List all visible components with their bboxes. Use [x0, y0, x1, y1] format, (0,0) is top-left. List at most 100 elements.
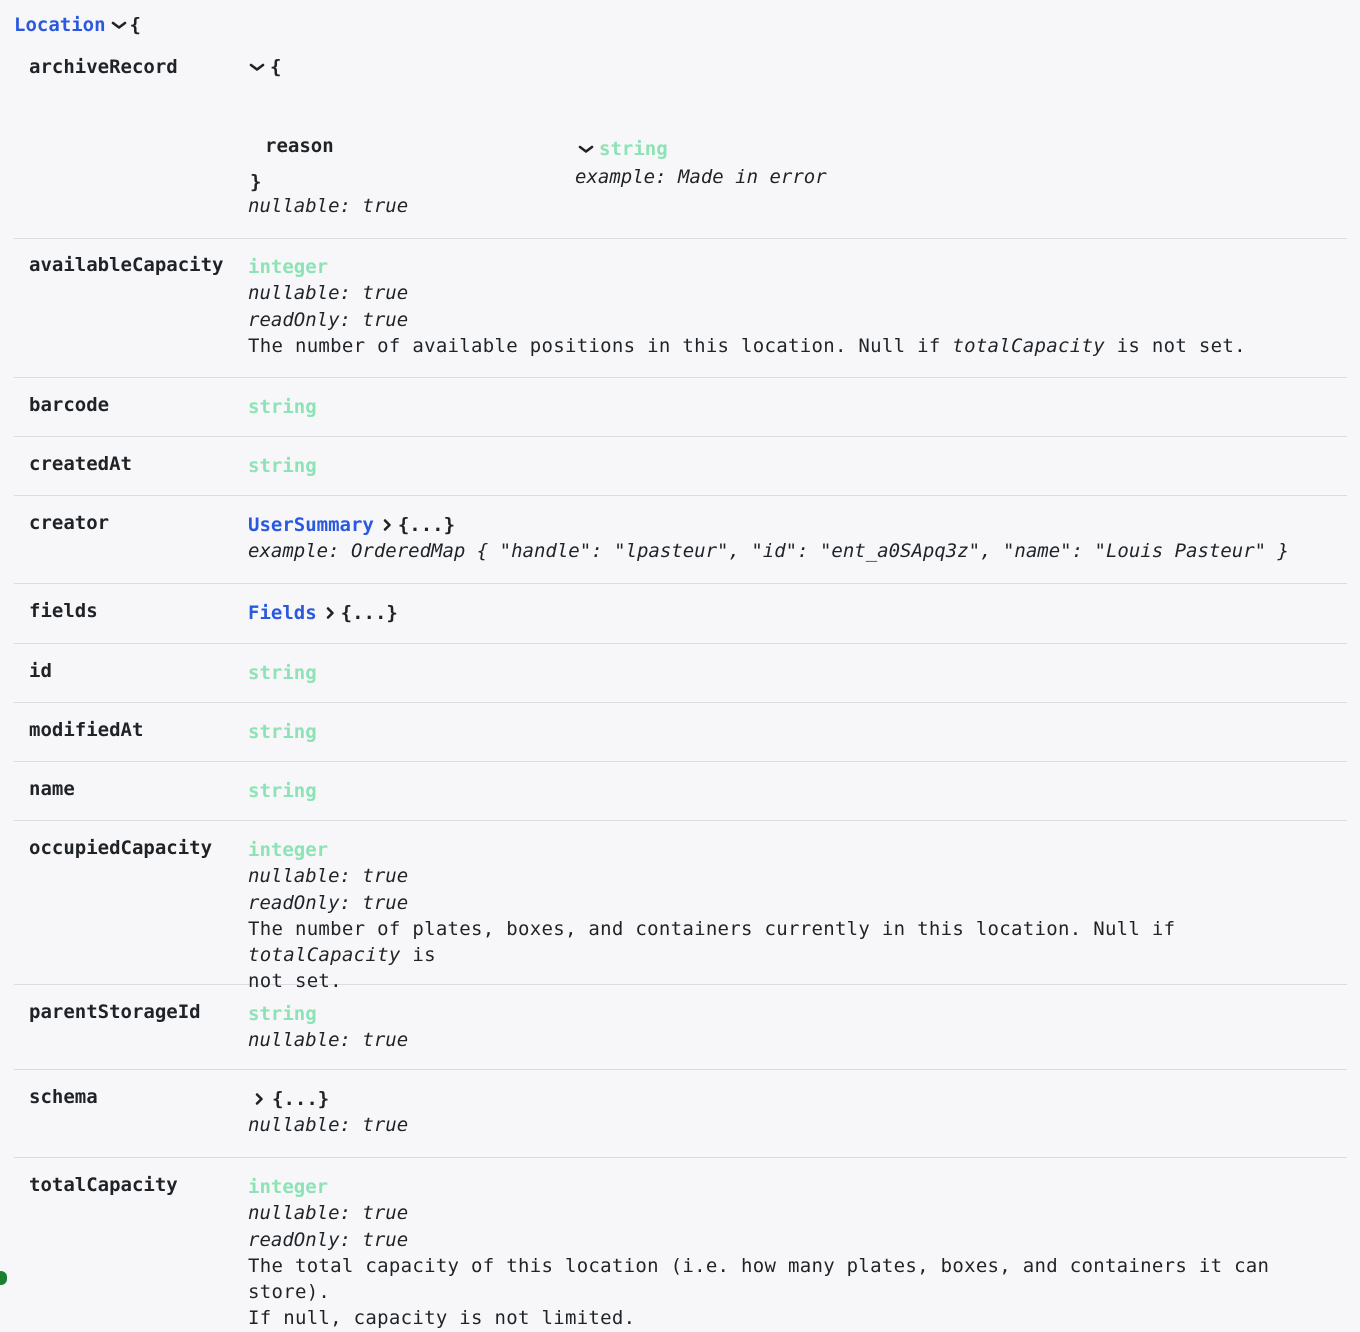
model-header: Location {	[14, 10, 141, 40]
description: The number of available positions in thi…	[248, 333, 1338, 359]
type-label: string	[248, 662, 317, 684]
nested-property-name: reason	[265, 135, 334, 157]
property-row-barcode: barcode string	[14, 378, 1347, 437]
model-name-link[interactable]: Location	[14, 14, 106, 36]
status-dot-icon	[0, 1271, 7, 1285]
property-name: modifiedAt	[29, 719, 144, 741]
type-label: integer	[248, 1176, 329, 1198]
property-row-schema: schema {...} nullable: true	[14, 1070, 1347, 1158]
chevron-right-icon[interactable]	[378, 518, 396, 532]
description-emphasis: totalCapacity	[952, 334, 1105, 357]
description: The total capacity of this location (i.e…	[248, 1254, 1270, 1304]
nullable-value: true	[362, 195, 409, 217]
nullable-text: nullable: true	[248, 863, 1338, 889]
example-text: example: OrderedMap { "handle": "lpasteu…	[248, 538, 1338, 564]
nullable-label: nullable:	[248, 865, 351, 888]
nullable-value: true	[362, 1202, 409, 1225]
type-label: integer	[248, 839, 329, 861]
description-text: The number of plates, boxes, and contain…	[248, 917, 1176, 940]
property-value: integer nullable: true readOnly: true Th…	[248, 837, 1338, 995]
type-label: string	[248, 455, 317, 477]
readonly-label: readOnly:	[248, 1228, 351, 1251]
property-value: integer nullable: true readOnly: true Th…	[248, 1174, 1338, 1332]
property-name: createdAt	[29, 453, 132, 475]
property-value: string	[248, 660, 1338, 686]
type-label: integer	[248, 256, 329, 278]
property-row-name: name string	[14, 762, 1347, 821]
property-name: schema	[29, 1086, 98, 1108]
chevron-down-icon[interactable]	[577, 142, 595, 156]
property-name: id	[29, 660, 52, 682]
nullable-value: true	[362, 1114, 409, 1137]
property-row-fields: fields Fields {...}	[14, 584, 1347, 644]
readonly-text: readOnly: true	[248, 307, 1338, 333]
property-name: name	[29, 778, 75, 800]
open-brace: {	[129, 14, 141, 36]
nullable-text: nullable: true	[248, 280, 1338, 306]
readonly-value: true	[362, 308, 409, 331]
readonly-value: true	[362, 1228, 409, 1251]
property-row-id: id string	[14, 644, 1347, 703]
property-name: archiveRecord	[29, 56, 178, 78]
property-row-archive-record: archiveRecord { reason string example: M…	[14, 43, 1347, 239]
nullable-text: nullable: true	[248, 1200, 1338, 1226]
type-label: string	[248, 1003, 317, 1025]
property-value: integer nullable: true readOnly: true Th…	[248, 254, 1338, 359]
readonly-label: readOnly:	[248, 308, 351, 331]
readonly-text: readOnly: true	[248, 1227, 1338, 1253]
type-label: string	[599, 138, 668, 160]
collapsed-object[interactable]: {...}	[341, 600, 398, 626]
chevron-down-icon[interactable]	[248, 60, 266, 74]
chevron-down-icon[interactable]	[110, 18, 128, 32]
property-row-modified-at: modifiedAt string	[14, 703, 1347, 762]
ref-link[interactable]: UserSummary	[248, 512, 374, 538]
property-value: string nullable: true	[248, 1001, 1338, 1054]
open-brace: {	[270, 56, 282, 78]
property-value: string	[248, 394, 1338, 420]
description-text: is	[400, 944, 436, 967]
property-row-total-capacity: totalCapacity integer nullable: true rea…	[14, 1158, 1347, 1329]
property-value: {...} nullable: true	[248, 1086, 1338, 1139]
example-label: example:	[248, 540, 340, 563]
nullable-text: nullable: true	[248, 1027, 1338, 1053]
readonly-value: true	[362, 891, 409, 914]
description-text: The number of available positions in thi…	[248, 334, 953, 357]
object-toggle[interactable]: {	[248, 56, 281, 78]
nullable-label: nullable:	[248, 1114, 351, 1137]
nullable-value: true	[362, 1029, 409, 1052]
description-line-2: If null, capacity is not limited.	[248, 1307, 636, 1330]
ref-link[interactable]: Fields	[248, 600, 317, 626]
example-label: example:	[575, 166, 667, 188]
property-name: parentStorageId	[29, 1001, 201, 1023]
description-emphasis: totalCapacity	[248, 944, 401, 967]
schema-viewer: Location { archiveRecord { reason string…	[0, 0, 1360, 1329]
property-value: string	[248, 453, 1338, 479]
type-label: string	[248, 396, 317, 418]
property-value: string	[248, 719, 1338, 745]
property-name: occupiedCapacity	[29, 837, 213, 859]
nullable-label: nullable:	[248, 282, 351, 305]
nullable-label: nullable:	[248, 1029, 351, 1052]
readonly-label: readOnly:	[248, 891, 351, 914]
nullable-text: nullable: true	[248, 1112, 1338, 1138]
property-value: string	[248, 778, 1338, 804]
nullable-value: true	[362, 865, 409, 888]
description-text: is not set.	[1104, 334, 1246, 357]
nullable-value: true	[362, 282, 409, 305]
property-name: fields	[29, 600, 98, 622]
chevron-right-icon[interactable]	[321, 606, 339, 620]
property-name: barcode	[29, 394, 110, 416]
chevron-right-icon[interactable]	[250, 1092, 268, 1106]
property-value: UserSummary {...} example: OrderedMap { …	[248, 512, 1338, 565]
type-label: string	[248, 721, 317, 743]
collapsed-object[interactable]: {...}	[398, 512, 455, 538]
nested-property-value: string example: Made in error	[575, 135, 827, 191]
nullable-label: nullable:	[248, 1202, 351, 1225]
property-row-creator: creator UserSummary {...} example: Order…	[14, 496, 1347, 584]
close-brace: }	[250, 171, 262, 193]
property-name: totalCapacity	[29, 1174, 178, 1196]
readonly-text: readOnly: true	[248, 890, 1338, 916]
property-row-available-capacity: availableCapacity integer nullable: true…	[14, 239, 1347, 378]
property-row-parent-storage-id: parentStorageId string nullable: true	[14, 985, 1347, 1070]
collapsed-object[interactable]: {...}	[272, 1086, 329, 1112]
